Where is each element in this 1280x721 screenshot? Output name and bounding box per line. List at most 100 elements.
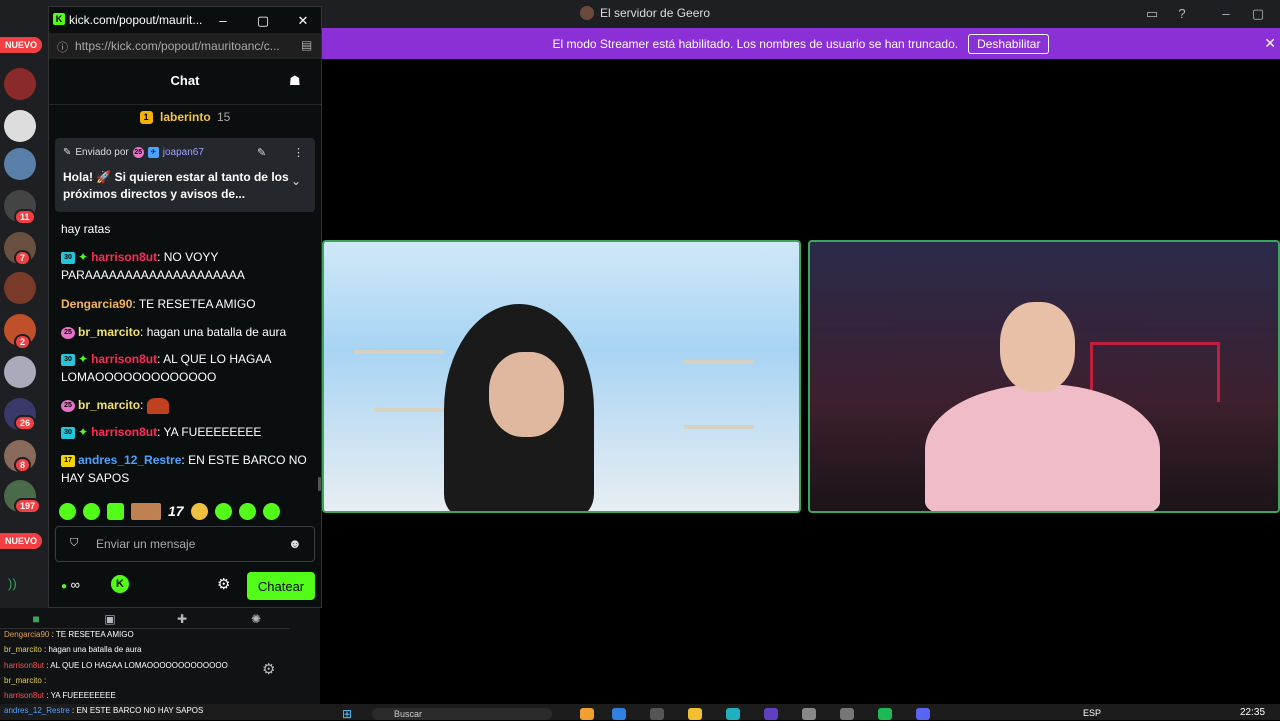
kick-url-bar[interactable]: ⓘ https://kick.com/popout/mauritoanc/c..… (49, 33, 321, 59)
activities-icon[interactable]: ✚ (172, 612, 192, 628)
chat-message: Dengarcia90: TE RESETEA AMIGO (61, 297, 256, 311)
kick-close-icon[interactable]: ✕ (293, 11, 313, 31)
chat-header: Chat ☗ (49, 59, 321, 105)
bed-frame (1090, 342, 1220, 402)
unread-badge: 26 (14, 415, 37, 431)
chat-username[interactable]: Dengarcia90 (61, 297, 132, 311)
app-minimize-icon[interactable]: – (1216, 4, 1236, 24)
chat-message: 30 ✦ harrison8ut: YA FUEEEEEEEE (61, 423, 313, 441)
chat-username[interactable]: br_marcito (78, 398, 140, 412)
emote-button[interactable] (190, 502, 208, 520)
pinned-message[interactable]: ✎ Enviado por 25 ✈ joapan67 ✎ ⋮ Hola! 🚀 … (55, 138, 315, 212)
emote-button[interactable] (107, 502, 124, 520)
edge-icon[interactable] (726, 708, 740, 720)
chat-username[interactable]: br_marcito (78, 325, 140, 339)
sub-badge: 17 (61, 454, 75, 467)
reader-mode-icon[interactable]: ▤ (301, 38, 312, 52)
kick-popout-window: K kick.com/popout/maurit... – ▢ ✕ ⓘ http… (48, 6, 322, 608)
sub-badge: 30 (61, 251, 75, 264)
screen-share-icon[interactable]: ▣ (100, 612, 120, 628)
more-options-icon[interactable]: ⋮ (293, 146, 304, 159)
chat-username[interactable]: andres_12_Restre (78, 453, 181, 467)
chat-users-icon[interactable]: ☗ (289, 73, 301, 89)
server-icon-2[interactable] (4, 110, 36, 142)
kick-titlebar: K kick.com/popout/maurit... – ▢ ✕ (49, 7, 321, 33)
kick-window-title: kick.com/popout/maurit... (69, 13, 203, 27)
chat-username[interactable]: harrison8ut (91, 352, 157, 366)
points-icon: ● (61, 581, 68, 592)
emote-button[interactable] (131, 502, 161, 520)
help-icon[interactable]: ? (1172, 4, 1192, 24)
camera-icon[interactable]: ■ (26, 612, 46, 628)
shield-icon[interactable]: ⛉ (70, 537, 78, 550)
kick-minimize-icon[interactable]: – (213, 11, 233, 31)
user-settings-icon[interactable]: ⚙ (262, 660, 275, 678)
pinned-user[interactable]: joapan67 (163, 147, 204, 158)
chat-message: 25 br_marcito: (61, 396, 313, 414)
chat-message: 25 br_marcito: hagan una batalla de aura (61, 323, 313, 341)
taskbar-app-icon[interactable] (840, 708, 854, 720)
taskbar-search[interactable]: Buscar (372, 708, 552, 720)
emote-17[interactable]: 17 (168, 503, 184, 519)
dock-chat-line: harrison8ut : AL QUE LO HAGAA LOMAOOOOOO… (4, 661, 228, 670)
dock-chat-line: br_marcito : (4, 676, 47, 685)
chat-message: hay ratas (61, 222, 111, 236)
emote-button[interactable] (59, 502, 76, 520)
kick-favicon-icon: K (53, 13, 65, 25)
kick-maximize-icon[interactable]: ▢ (253, 11, 273, 31)
taskbar-clock[interactable]: 22:35 (1240, 707, 1265, 718)
chevron-down-icon[interactable]: ⌄ (291, 174, 301, 188)
sub-badge: 25 (61, 399, 75, 412)
unpin-icon[interactable]: ✎ (257, 146, 266, 159)
discord-icon[interactable] (916, 708, 930, 720)
site-info-icon[interactable]: ⓘ (57, 39, 68, 55)
voice-panel (0, 608, 320, 704)
taskbar-app-icon[interactable] (580, 708, 594, 720)
disable-streamer-button[interactable]: Deshabilitar (968, 33, 1050, 54)
chat-input-box[interactable]: ⛉ ☻ (55, 526, 315, 562)
app-maximize-icon[interactable]: ▢ (1248, 4, 1268, 24)
inbox-icon[interactable]: ▭ (1142, 4, 1162, 24)
server-icon-6[interactable] (4, 272, 36, 304)
windows-start-icon[interactable]: ⊞ (342, 708, 358, 720)
taskbar-app-icon[interactable] (650, 708, 664, 720)
chat-settings-icon[interactable]: ⚙ (217, 575, 230, 593)
taskbar-app-icon[interactable] (612, 708, 626, 720)
emote-button[interactable] (262, 502, 280, 520)
emoji-icon[interactable]: ☻ (288, 536, 302, 551)
server-icon-3[interactable] (4, 148, 36, 180)
emote-button[interactable] (83, 502, 100, 520)
folder-icon[interactable] (688, 708, 702, 720)
emote-button[interactable] (238, 502, 256, 520)
shelf (684, 360, 754, 364)
taskbar-app-icon[interactable] (764, 708, 778, 720)
sub-badge: 25 (61, 326, 75, 339)
new-badge-top: NUEVO (0, 37, 43, 53)
close-banner-icon[interactable]: ✕ (1264, 35, 1276, 52)
video-tile-right[interactable] (808, 240, 1280, 513)
spotify-icon[interactable] (878, 708, 892, 720)
kick-k-icon[interactable]: K (111, 575, 129, 593)
taskbar-app-icon[interactable] (802, 708, 816, 720)
pinned-text: Hola! 🚀 Si quieren estar al tanto de los… (63, 170, 289, 201)
unread-badge: 11 (14, 209, 36, 225)
chat-username[interactable]: harrison8ut (91, 425, 157, 439)
chat-username[interactable]: harrison8ut (91, 250, 157, 264)
sparkle-icon: ✦ (78, 425, 89, 439)
emote-button[interactable] (214, 502, 232, 520)
leaderboard-entry[interactable]: 1 laberinto 15 (49, 110, 321, 125)
send-chat-button[interactable]: Chatear (247, 572, 315, 600)
video-tile-left[interactable] (322, 240, 801, 513)
chat-messages: hay ratas 30 ✦ harrison8ut: NO VOYY PARAAA… (49, 212, 321, 497)
chat-scrollbar[interactable] (318, 477, 321, 491)
server-icon-8[interactable] (4, 356, 36, 388)
dock-chat-line: Dengarcia90 : TE RESETEA AMIGO (4, 630, 134, 639)
rank-badge: 1 (139, 111, 153, 125)
kick-url-text[interactable]: https://kick.com/popout/mauritoanc/c... (75, 39, 295, 53)
server-icon-1[interactable] (4, 68, 36, 100)
chat-message-input[interactable] (96, 536, 286, 552)
soundboard-icon[interactable]: ✺ (246, 612, 266, 628)
points-indicator[interactable]: ● ∞ (61, 577, 80, 592)
language-indicator[interactable]: ESP (1083, 708, 1101, 718)
sparkle-icon: ✦ (78, 250, 89, 264)
